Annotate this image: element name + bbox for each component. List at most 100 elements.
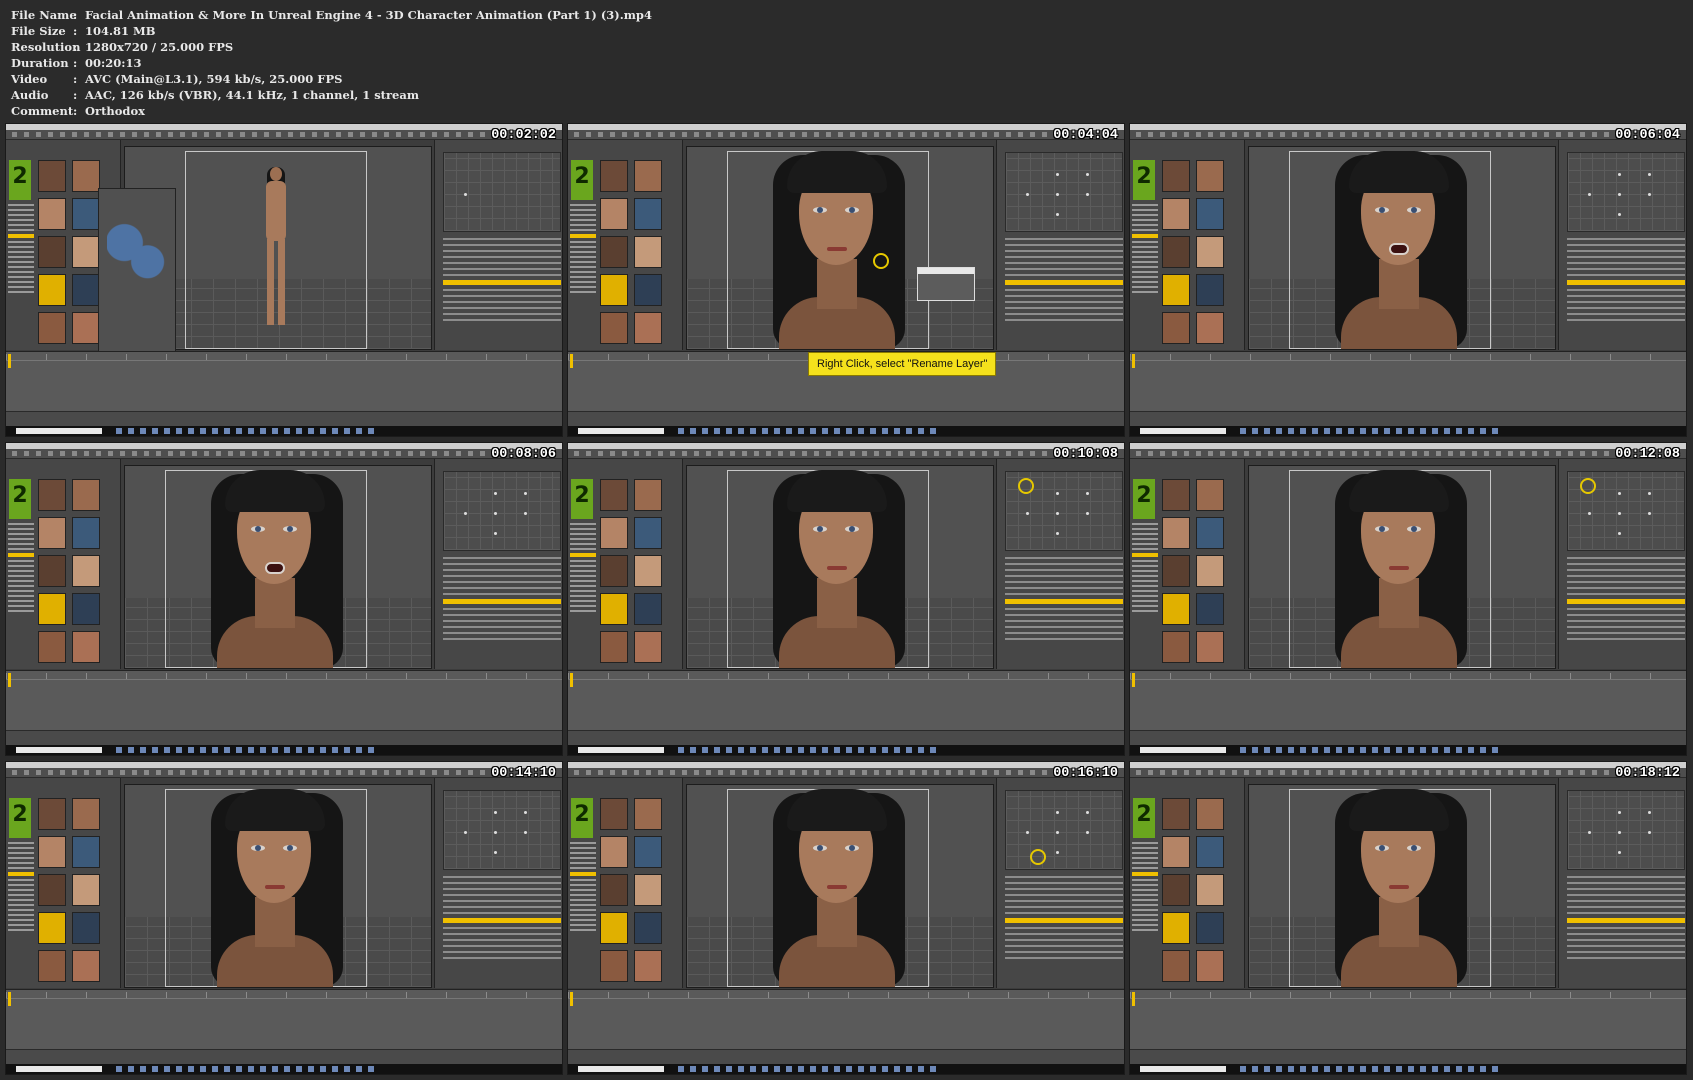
tree-item[interactable] xyxy=(1005,289,1123,291)
taskbar-app-icon[interactable] xyxy=(320,428,326,434)
tree-item[interactable] xyxy=(443,912,561,914)
taskbar-app-icon[interactable] xyxy=(200,428,206,434)
search-icon[interactable] xyxy=(1140,428,1226,434)
taskbar-app-icon[interactable] xyxy=(236,1066,242,1072)
taskbar-app-icon[interactable] xyxy=(1420,428,1426,434)
tree-item[interactable] xyxy=(443,957,561,959)
taskbar-app-icon[interactable] xyxy=(212,747,218,753)
tree-item[interactable] xyxy=(1005,933,1123,935)
taskbar-app-icon[interactable] xyxy=(1444,1066,1450,1072)
taskbar-app-icon[interactable] xyxy=(140,1066,146,1072)
tree-item[interactable] xyxy=(1567,319,1685,321)
taskbar-app-icon[interactable] xyxy=(1324,1066,1330,1072)
tree-item[interactable] xyxy=(1567,608,1685,610)
tree-item[interactable] xyxy=(1005,569,1123,571)
taskbar-app-icon[interactable] xyxy=(356,428,362,434)
puppeteer-point[interactable] xyxy=(1056,492,1059,495)
tree-item[interactable] xyxy=(1567,900,1685,902)
tree-item[interactable] xyxy=(1567,945,1685,947)
tree-item[interactable] xyxy=(1567,256,1685,258)
taskbar-app-icon[interactable] xyxy=(368,428,374,434)
tree-item[interactable] xyxy=(1567,912,1685,914)
taskbar-app-icon[interactable] xyxy=(798,747,804,753)
taskbar-app-icon[interactable] xyxy=(870,747,876,753)
taskbar-app-icon[interactable] xyxy=(176,428,182,434)
tree-item[interactable] xyxy=(443,557,561,559)
taskbar-app-icon[interactable] xyxy=(164,1066,170,1072)
taskbar-app-icon[interactable] xyxy=(344,428,350,434)
tree-item[interactable] xyxy=(1005,238,1123,240)
tree-item[interactable] xyxy=(443,608,561,610)
taskbar-app-icon[interactable] xyxy=(1444,747,1450,753)
taskbar-app-icon[interactable] xyxy=(822,1066,828,1072)
taskbar-app-icon[interactable] xyxy=(1264,747,1270,753)
taskbar-app-icon[interactable] xyxy=(822,428,828,434)
tree-item[interactable] xyxy=(1567,238,1685,240)
taskbar-app-icon[interactable] xyxy=(128,428,134,434)
puppeteer-point[interactable] xyxy=(494,512,497,515)
puppeteer-point[interactable] xyxy=(464,512,467,515)
tree-item[interactable] xyxy=(1005,882,1123,884)
puppeteer-point[interactable] xyxy=(494,492,497,495)
taskbar-app-icon[interactable] xyxy=(1468,747,1474,753)
search-icon[interactable] xyxy=(16,747,102,753)
taskbar-app-icon[interactable] xyxy=(308,747,314,753)
taskbar-app-icon[interactable] xyxy=(930,747,936,753)
taskbar-app-icon[interactable] xyxy=(822,747,828,753)
tree-item[interactable] xyxy=(443,295,561,297)
taskbar-app-icon[interactable] xyxy=(762,1066,768,1072)
puppeteer-point[interactable] xyxy=(1618,492,1621,495)
taskbar-app-icon[interactable] xyxy=(858,428,864,434)
taskbar-app-icon[interactable] xyxy=(1288,428,1294,434)
puppeteer-point[interactable] xyxy=(1056,193,1059,196)
taskbar-app-icon[interactable] xyxy=(212,428,218,434)
tree-item[interactable] xyxy=(1567,280,1685,285)
taskbar-app-icon[interactable] xyxy=(726,747,732,753)
tree-item[interactable] xyxy=(1005,557,1123,559)
playhead[interactable] xyxy=(1132,992,1135,1006)
taskbar-app-icon[interactable] xyxy=(858,1066,864,1072)
tree-item[interactable] xyxy=(443,906,561,908)
taskbar-app-icon[interactable] xyxy=(1336,747,1342,753)
taskbar-app-icon[interactable] xyxy=(1456,1066,1462,1072)
taskbar-app-icon[interactable] xyxy=(236,428,242,434)
puppeteer-point[interactable] xyxy=(1618,831,1621,834)
search-icon[interactable] xyxy=(16,428,102,434)
tree-item[interactable] xyxy=(443,620,561,622)
taskbar-app-icon[interactable] xyxy=(906,1066,912,1072)
tree-item[interactable] xyxy=(1567,250,1685,252)
puppeteer-point[interactable] xyxy=(524,831,527,834)
tree-item[interactable] xyxy=(1567,295,1685,297)
tree-item[interactable] xyxy=(1567,593,1685,595)
tree-item[interactable] xyxy=(1567,557,1685,559)
taskbar-app-icon[interactable] xyxy=(798,1066,804,1072)
taskbar-app-icon[interactable] xyxy=(188,747,194,753)
taskbar-app-icon[interactable] xyxy=(714,747,720,753)
tree-item[interactable] xyxy=(1005,244,1123,246)
taskbar-app-icon[interactable] xyxy=(714,428,720,434)
taskbar-app-icon[interactable] xyxy=(1432,1066,1438,1072)
taskbar-app-icon[interactable] xyxy=(1252,1066,1258,1072)
taskbar-app-icon[interactable] xyxy=(284,747,290,753)
taskbar-app-icon[interactable] xyxy=(678,747,684,753)
taskbar-app-icon[interactable] xyxy=(344,747,350,753)
taskbar-app-icon[interactable] xyxy=(918,1066,924,1072)
tree-item[interactable] xyxy=(1567,918,1685,923)
tree-item[interactable] xyxy=(1567,569,1685,571)
taskbar-app-icon[interactable] xyxy=(846,747,852,753)
timeline[interactable] xyxy=(6,989,562,1050)
taskbar-app-icon[interactable] xyxy=(726,1066,732,1072)
puppeteer-point[interactable] xyxy=(1618,193,1621,196)
taskbar-app-icon[interactable] xyxy=(356,1066,362,1072)
tree-item[interactable] xyxy=(1567,599,1685,604)
taskbar-app-icon[interactable] xyxy=(1408,747,1414,753)
puppeteer-point[interactable] xyxy=(1588,831,1591,834)
puppeteer-point[interactable] xyxy=(1618,512,1621,515)
tree-item[interactable] xyxy=(443,319,561,321)
taskbar-app-icon[interactable] xyxy=(1324,747,1330,753)
tree-item[interactable] xyxy=(1567,289,1685,291)
puppeteer-point[interactable] xyxy=(1056,213,1059,216)
taskbar-app-icon[interactable] xyxy=(726,428,732,434)
taskbar-app-icon[interactable] xyxy=(774,428,780,434)
taskbar-app-icon[interactable] xyxy=(1384,1066,1390,1072)
